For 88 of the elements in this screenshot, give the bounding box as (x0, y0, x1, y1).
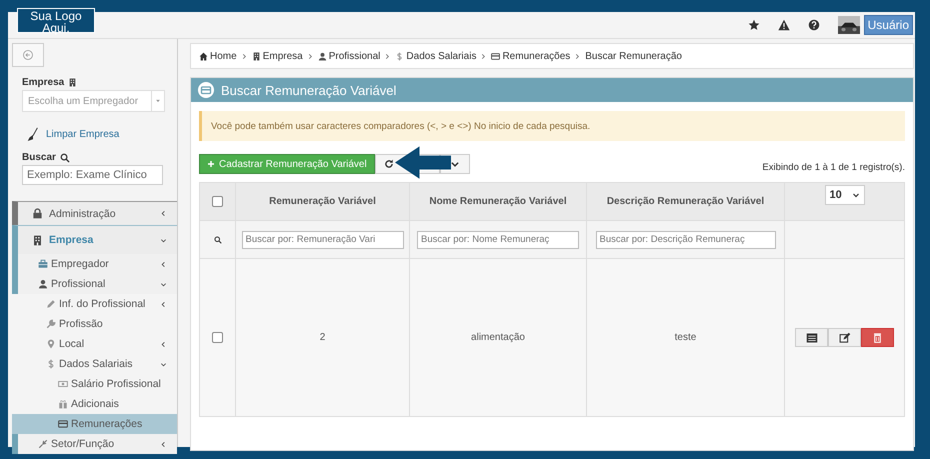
gift-icon (58, 399, 68, 409)
list-icon (806, 332, 818, 344)
panel-title: Buscar Remuneração Variável (221, 82, 396, 98)
chevron-right-icon (480, 52, 488, 60)
chevron-left-icon (160, 300, 167, 308)
menu-item[interactable]: Empresa (12, 225, 177, 254)
pencil-icon (46, 299, 56, 309)
field-label: Buscar (22, 152, 56, 163)
chevron-right-icon (574, 52, 582, 60)
table-cell: teste (586, 258, 784, 416)
menu-item[interactable]: Profissão (12, 314, 177, 334)
broom-icon (26, 126, 40, 142)
breadcrumb-link[interactable]: Dados Salariais (395, 50, 476, 62)
user-icon (38, 279, 48, 289)
page-size-select[interactable]: 10 (824, 184, 864, 204)
refresh-button[interactable] (374, 154, 399, 174)
card-icon (58, 419, 68, 429)
delete-button[interactable] (861, 328, 894, 347)
menu-item[interactable]: Inf. do Profissional (12, 294, 177, 314)
checkbox[interactable] (212, 332, 223, 343)
search-field[interactable]: Exemplo: Exame Clínico (22, 165, 163, 185)
arrows-icon (38, 439, 48, 449)
chevron-right-icon (240, 52, 248, 60)
refresh-icon (384, 159, 394, 169)
menu-item[interactable]: Administração (12, 201, 177, 225)
breadcrumb-current: Buscar Remuneração (585, 50, 682, 62)
chevron-down-icon (160, 236, 167, 244)
home-icon (199, 52, 208, 60)
column-header: Remuneração Variável (236, 182, 410, 220)
card-icon (198, 82, 214, 98)
building-icon (32, 234, 43, 246)
chevron-left-icon (160, 440, 167, 448)
breadcrumb-link[interactable]: Remunerações (491, 50, 570, 62)
building-icon (252, 52, 261, 60)
menu-item[interactable]: Empregador (12, 254, 177, 274)
wrench-icon (46, 319, 56, 329)
menu-item[interactable]: Salário Profissional (12, 374, 177, 394)
edit-icon (838, 332, 850, 344)
help-icon[interactable] (808, 19, 820, 31)
breadcrumb-link[interactable]: Empresa (252, 50, 303, 62)
dollar-icon (395, 52, 404, 60)
chevron-left-icon (160, 260, 167, 268)
clear-company-link[interactable]: Limpar Empresa (46, 128, 120, 140)
record-count: Exibindo de 1 à 1 de 1 registro(s). (762, 162, 905, 174)
chevron-down-icon (160, 280, 167, 288)
star-icon[interactable] (748, 19, 760, 31)
user-icon (318, 52, 327, 60)
plus-icon (207, 160, 215, 168)
building-icon (68, 78, 78, 87)
edit-button[interactable] (828, 328, 861, 347)
dollar-icon (46, 359, 56, 369)
warning-icon[interactable] (778, 19, 790, 31)
checkbox[interactable] (212, 196, 223, 207)
chevron-left-icon (160, 340, 167, 348)
table-cell: 2 (236, 258, 410, 416)
column-header: Descrição Remuneração Variável (586, 182, 784, 220)
logo: Sua Logo Aqui. (17, 8, 95, 33)
chevron-right-icon (306, 52, 314, 60)
search-icon (214, 236, 222, 244)
filter-field[interactable]: Buscar por: Nome Remuneraç (417, 230, 579, 248)
field-label: Empresa (22, 77, 64, 88)
chevron-left-icon (160, 210, 167, 217)
search-icon (60, 152, 70, 162)
column-header: Nome Remuneração Variável (410, 182, 586, 220)
view-button[interactable] (795, 328, 828, 347)
breadcrumb-link[interactable]: Home (199, 50, 237, 62)
caret-icon (852, 190, 860, 198)
map-pin-icon (46, 339, 56, 349)
table-cell: alimentação (410, 258, 586, 416)
breadcrumb-link[interactable]: Profissional (318, 50, 380, 62)
banknote-icon (58, 379, 68, 389)
filter-field[interactable]: Buscar por: Remuneração Vari (242, 230, 404, 248)
chevron-down-icon (160, 360, 167, 368)
card-icon (491, 52, 500, 60)
menu-item[interactable]: Local (12, 334, 177, 354)
chevron-right-icon (384, 52, 392, 60)
menu-item[interactable]: Dados Salariais (12, 354, 177, 374)
menu-item[interactable]: Setor/Função (12, 434, 177, 454)
caret-icon (155, 98, 161, 104)
info-alert: Você pode também usar caracteres comparadores (<, > e <>) No inicio de cada pesquisa. (199, 111, 905, 141)
trash-icon (872, 332, 883, 343)
menu-item[interactable]: Remunerações (12, 414, 177, 434)
menu-item[interactable]: Profissional (12, 274, 177, 294)
filter-field[interactable]: Buscar por: Descrição Remuneraç (596, 230, 776, 248)
briefcase-icon (38, 259, 48, 269)
lock-icon (32, 208, 43, 219)
menu-item[interactable]: Adicionais (12, 394, 177, 414)
annotation-arrow (395, 144, 451, 181)
